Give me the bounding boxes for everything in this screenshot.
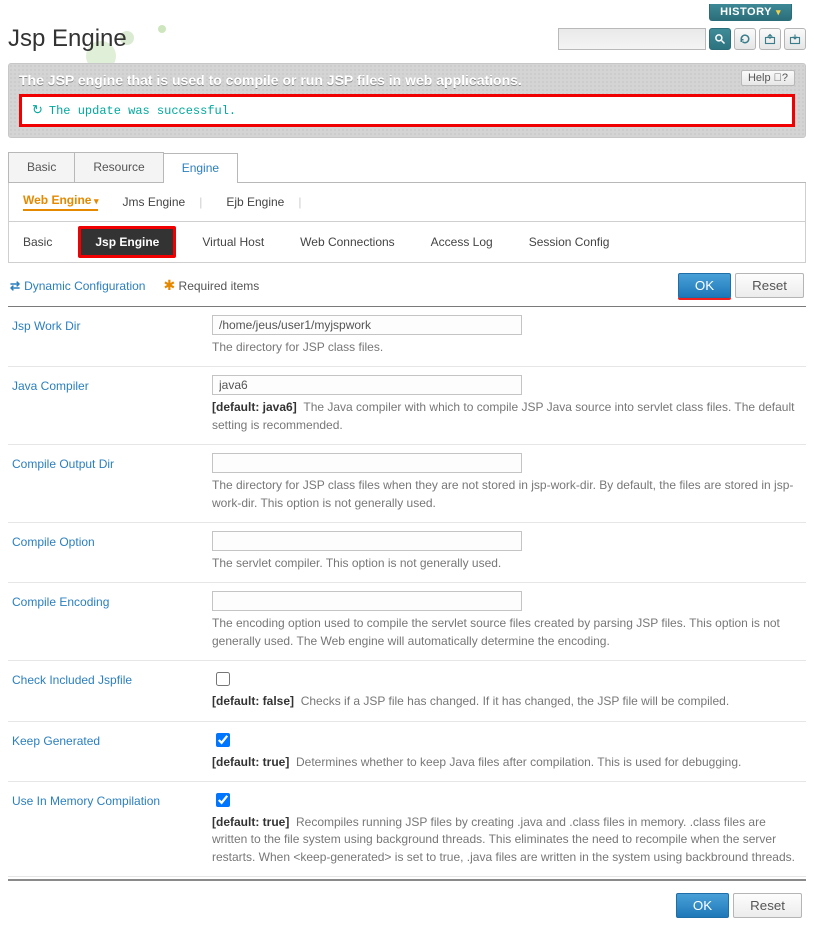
desc-jsp-work-dir: The directory for JSP class files.: [212, 339, 802, 356]
checkbox-check-included[interactable]: [216, 672, 230, 686]
dynamic-icon: ⇄: [10, 279, 20, 293]
label-keep-generated: Keep Generated: [12, 730, 202, 771]
import-xml-button[interactable]: [784, 28, 806, 50]
page-title: Jsp Engine: [8, 25, 127, 53]
checkbox-in-memory[interactable]: [216, 793, 230, 807]
reset-button-top[interactable]: Reset: [735, 273, 804, 298]
tab-access-log[interactable]: Access Log: [431, 235, 493, 249]
reset-button-bottom[interactable]: Reset: [733, 893, 802, 918]
notice-text: The update was successful.: [49, 104, 236, 118]
description-banner: The JSP engine that is used to compile o…: [8, 63, 806, 138]
tab-web-engine[interactable]: Web Engine: [23, 193, 98, 211]
banner-title: The JSP engine that is used to compile o…: [19, 72, 522, 88]
label-in-memory: Use In Memory Compilation: [12, 790, 202, 866]
tab-basic[interactable]: Basic: [8, 152, 75, 182]
input-compile-option[interactable]: [212, 531, 522, 551]
ok-button-top[interactable]: OK: [678, 273, 731, 298]
help-button[interactable]: Help ⃝?: [741, 70, 795, 86]
tertiary-tabs: Basic Jsp Engine Virtual Host Web Connec…: [8, 222, 806, 263]
label-compile-encoding: Compile Encoding: [12, 591, 202, 650]
ok-button-bottom[interactable]: OK: [676, 893, 729, 918]
label-compile-output-dir: Compile Output Dir: [12, 453, 202, 512]
label-java-compiler: Java Compiler: [12, 375, 202, 434]
tab-jsp-engine[interactable]: Jsp Engine: [78, 226, 176, 258]
tab-engine[interactable]: Engine: [163, 153, 238, 183]
separator: |: [298, 195, 301, 209]
desc-in-memory: [default: true] Recompiles running JSP f…: [212, 814, 802, 866]
secondary-tabs: Web Engine Jms Engine | Ejb Engine |: [8, 183, 806, 222]
input-compile-output-dir[interactable]: [212, 453, 522, 473]
desc-compile-output-dir: The directory for JSP class files when t…: [212, 477, 802, 512]
refresh-icon: [739, 33, 751, 45]
input-compile-encoding[interactable]: [212, 591, 522, 611]
export-icon: [764, 33, 776, 45]
search-button[interactable]: [709, 28, 731, 50]
history-button[interactable]: HISTORY ▾: [709, 4, 792, 21]
tab-ejb-engine[interactable]: Ejb Engine: [226, 195, 284, 209]
tab-web-connections[interactable]: Web Connections: [300, 235, 395, 249]
tab-virtual-host[interactable]: Virtual Host: [202, 235, 264, 249]
search-icon: [714, 33, 726, 45]
desc-compile-option: The servlet compiler. This option is not…: [212, 555, 802, 572]
refresh-button[interactable]: [734, 28, 756, 50]
label-jsp-work-dir: Jsp Work Dir: [12, 315, 202, 356]
import-icon: [789, 33, 801, 45]
tab-basic-sub[interactable]: Basic: [23, 235, 52, 249]
desc-java-compiler: [default: java6] The Java compiler with …: [212, 399, 802, 434]
input-jsp-work-dir[interactable]: [212, 315, 522, 335]
desc-keep-generated: [default: true] Determines whether to ke…: [212, 754, 802, 771]
chevron-down-icon: ▾: [776, 7, 781, 18]
required-icon: ✱: [163, 277, 175, 293]
desc-check-included: [default: false] Checks if a JSP file ha…: [212, 693, 802, 710]
export-xml-button[interactable]: [759, 28, 781, 50]
update-success-icon: ↻: [32, 103, 43, 118]
desc-compile-encoding: The encoding option used to compile the …: [212, 615, 802, 650]
tab-session-config[interactable]: Session Config: [529, 235, 610, 249]
required-legend: ✱ Required items: [163, 277, 259, 294]
primary-tabs: Basic Resource Engine: [8, 152, 806, 183]
tab-resource[interactable]: Resource: [74, 152, 163, 182]
dynamic-config-legend: ⇄ Dynamic Configuration: [10, 279, 145, 293]
update-notice: ↻ The update was successful.: [19, 94, 795, 127]
label-compile-option: Compile Option: [12, 531, 202, 572]
separator: |: [199, 195, 202, 209]
input-java-compiler[interactable]: [212, 375, 522, 395]
history-label: HISTORY: [720, 6, 772, 18]
search-input[interactable]: [558, 28, 706, 50]
label-check-included: Check Included Jspfile: [12, 669, 202, 710]
checkbox-keep-generated[interactable]: [216, 733, 230, 747]
tab-jms-engine[interactable]: Jms Engine: [122, 195, 185, 209]
